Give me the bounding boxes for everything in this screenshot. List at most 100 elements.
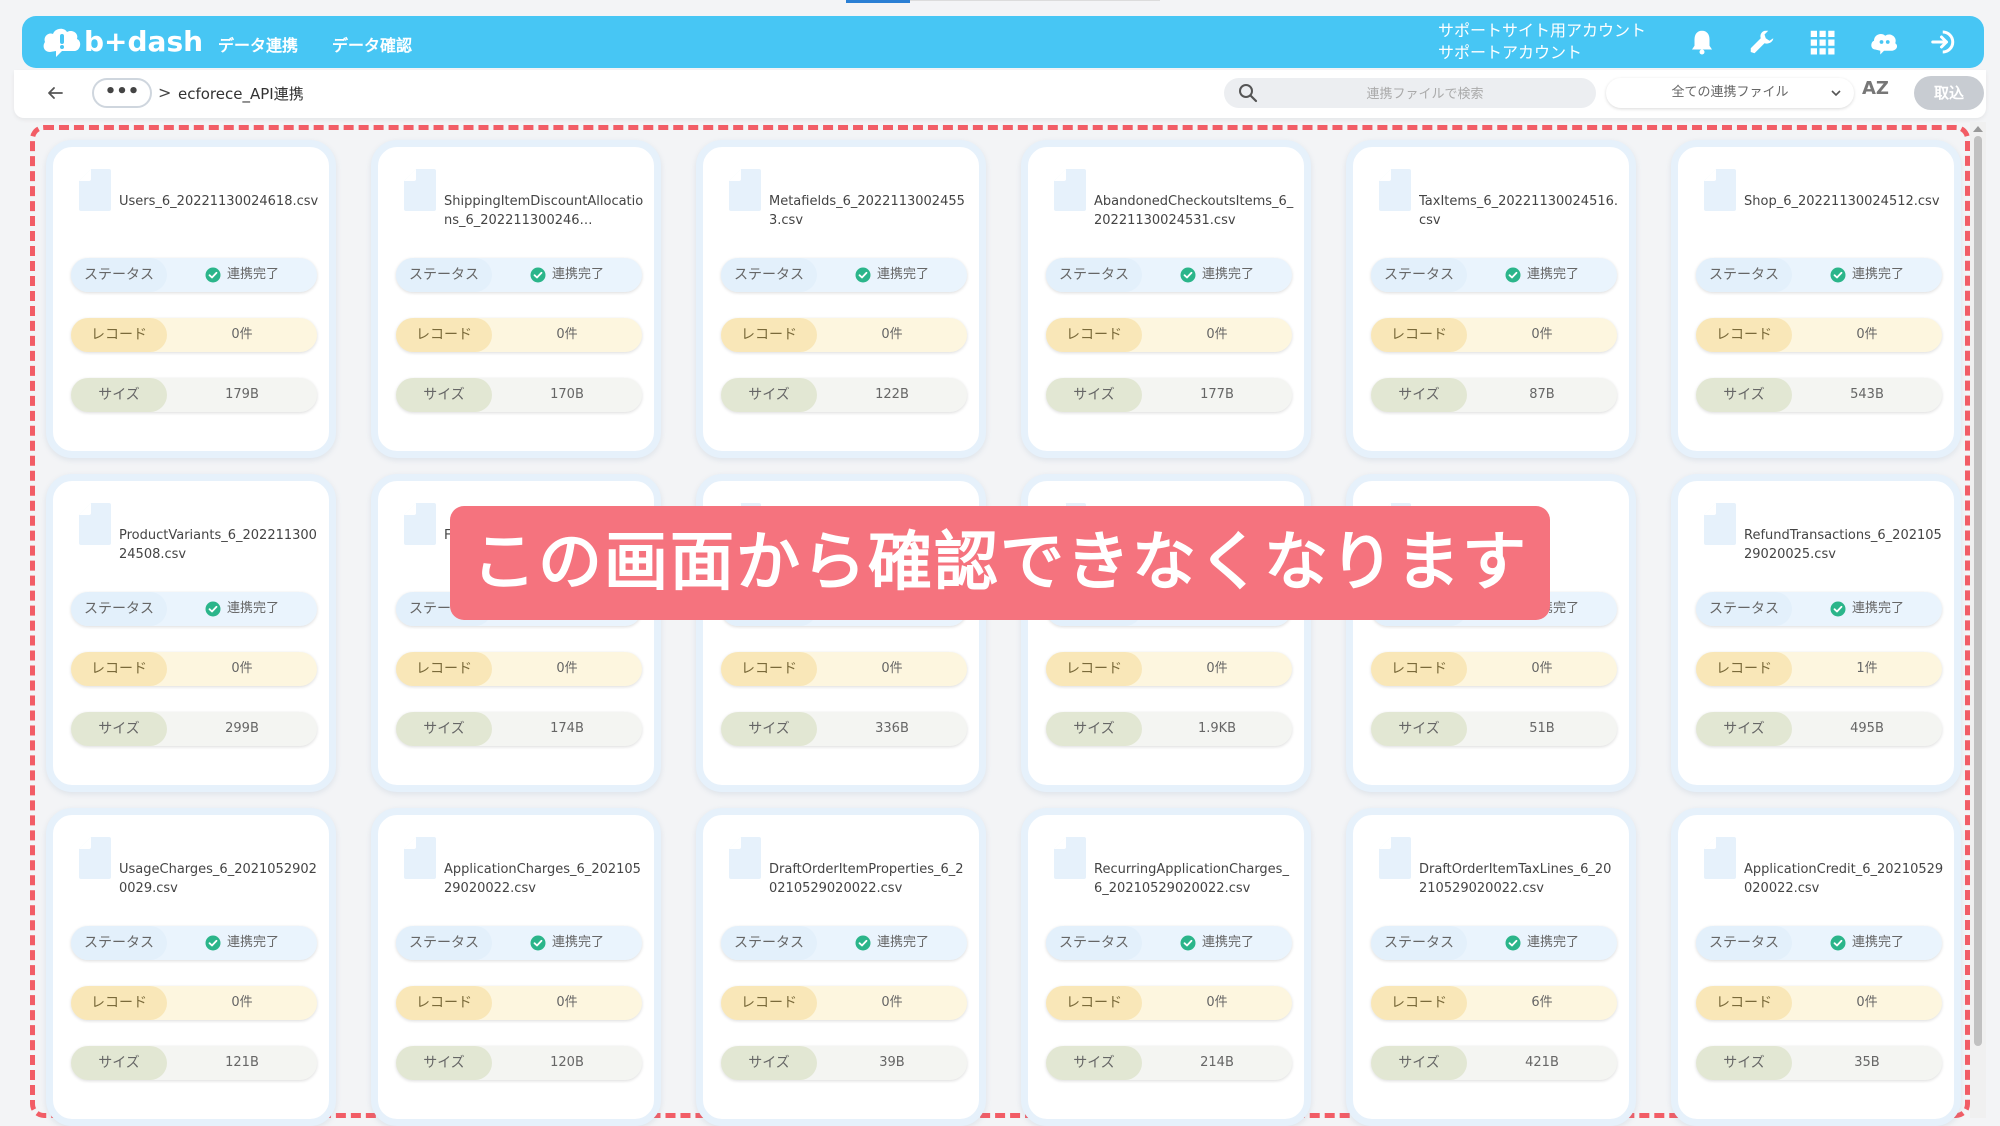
- status-label: ステータス: [396, 258, 492, 292]
- file-name: TaxItems_6_20221130024516.csv: [1419, 194, 1619, 228]
- record-value: 0件: [881, 661, 903, 676]
- record-label: レコード: [1696, 986, 1792, 1020]
- breadcrumb-separator: >: [158, 83, 172, 102]
- size-label: サイズ: [396, 712, 492, 746]
- search-input[interactable]: [1268, 78, 1582, 110]
- size-value: 170B: [550, 387, 584, 402]
- status-text: 連携完了: [551, 267, 604, 282]
- record-value: 0件: [881, 327, 903, 342]
- size-row: サイズ 421B: [1371, 1046, 1617, 1080]
- file-card[interactable]: RecurringApplicationCharges_6_2021052902…: [1021, 808, 1311, 1126]
- record-row: レコード 0件: [1696, 318, 1942, 352]
- record-value: 0件: [556, 995, 578, 1010]
- record-label: レコード: [1046, 652, 1142, 686]
- status-text: 連携完了: [226, 267, 279, 282]
- size-value: 177B: [1200, 387, 1234, 402]
- scroll-up-arrow[interactable]: [1973, 126, 1983, 132]
- status-row: ステータス 連携完了: [71, 926, 317, 960]
- size-row: サイズ 214B: [1046, 1046, 1292, 1080]
- record-label: レコード: [396, 652, 492, 686]
- file-card[interactable]: Metafields_6_20221130024553.csv ステータス 連携…: [696, 140, 986, 458]
- file-card[interactable]: RefundTransactions_6_20210529020025.csv …: [1671, 474, 1961, 792]
- file-icon: [404, 169, 436, 211]
- status-value: 連携完了: [1792, 258, 1942, 292]
- file-card[interactable]: ShippingItemDiscountAllocations_6_202211…: [371, 140, 661, 458]
- status-row: ステータス 連携完了: [721, 258, 967, 292]
- file-icon: [1704, 837, 1736, 879]
- file-name: DraftOrderItemProperties_6_2021052902002…: [769, 862, 964, 896]
- status-label: ステータス: [721, 926, 817, 960]
- file-name: AbandonedCheckoutsItems_6_20221130024531…: [1094, 194, 1294, 228]
- size-value: 35B: [1854, 1055, 1880, 1070]
- file-icon: [1379, 169, 1411, 211]
- status-row: ステータス 連携完了: [1696, 592, 1942, 626]
- account-info[interactable]: サポートサイト用アカウント サポートアカウント: [1438, 20, 1646, 64]
- file-icon: [729, 837, 761, 879]
- size-row: サイズ 120B: [396, 1046, 642, 1080]
- file-card[interactable]: ApplicationCredit_6_20210529020022.csv ス…: [1671, 808, 1961, 1126]
- status-row: ステータス 連携完了: [1371, 926, 1617, 960]
- file-card[interactable]: ProductVariants_6_20221130024508.csv ステー…: [46, 474, 336, 792]
- status-value: 連携完了: [817, 258, 967, 292]
- file-name: ApplicationCharges_6_20210529020022.csv: [444, 862, 641, 896]
- file-card[interactable]: ApplicationCharges_6_20210529020022.csv …: [371, 808, 661, 1126]
- sort-az-icon[interactable]: AZ: [1862, 78, 1889, 99]
- status-text: 連携完了: [1851, 267, 1904, 282]
- size-row: サイズ 543B: [1696, 378, 1942, 412]
- size-row: サイズ 1.9KB: [1046, 712, 1292, 746]
- size-label: サイズ: [1371, 1046, 1467, 1080]
- back-arrow-icon[interactable]: [44, 82, 66, 104]
- size-row: サイズ 87B: [1371, 378, 1617, 412]
- file-card[interactable]: Shop_6_20221130024512.csv ステータス 連携完了 レコー…: [1671, 140, 1961, 458]
- record-row: レコード 0件: [71, 652, 317, 686]
- record-value: 6件: [1531, 995, 1553, 1010]
- record-row: レコード 0件: [396, 986, 642, 1020]
- record-label: レコード: [396, 986, 492, 1020]
- status-row: ステータス 連携完了: [1696, 926, 1942, 960]
- more-breadcrumb-button[interactable]: •••: [92, 78, 152, 108]
- file-card[interactable]: UsageCharges_6_20210529020029.csv ステータス …: [46, 808, 336, 1126]
- nav-data-integration[interactable]: データ連携: [218, 32, 298, 56]
- size-value: 543B: [1850, 387, 1884, 402]
- size-label: サイズ: [721, 378, 817, 412]
- file-card[interactable]: TaxItems_6_20221130024516.csv ステータス 連携完了…: [1346, 140, 1636, 458]
- file-icon: [1379, 837, 1411, 879]
- status-row: ステータス 連携完了: [1046, 926, 1292, 960]
- size-label: サイズ: [396, 378, 492, 412]
- logout-icon[interactable]: [1928, 26, 1960, 58]
- import-button[interactable]: 取込: [1914, 76, 1984, 110]
- size-value: 39B: [879, 1055, 905, 1070]
- check-circle-icon: [1505, 267, 1521, 283]
- status-label: ステータス: [71, 258, 167, 292]
- file-card[interactable]: Users_6_20221130024618.csv ステータス 連携完了 レコ…: [46, 140, 336, 458]
- size-row: サイズ 39B: [721, 1046, 967, 1080]
- record-row: レコード 0件: [721, 318, 967, 352]
- status-text: 連携完了: [876, 267, 929, 282]
- file-card[interactable]: AbandonedCheckoutsItems_6_20221130024531…: [1021, 140, 1311, 458]
- wrench-icon[interactable]: [1746, 26, 1778, 58]
- status-value: 連携完了: [1792, 926, 1942, 960]
- file-name: Shop_6_20221130024512.csv: [1744, 194, 1940, 209]
- check-circle-icon: [205, 935, 221, 951]
- app-logo[interactable]: b+dash: [42, 24, 203, 58]
- nav-data-check[interactable]: データ確認: [332, 32, 412, 56]
- size-row: サイズ 122B: [721, 378, 967, 412]
- filter-select[interactable]: 全ての連携ファイル: [1606, 78, 1854, 108]
- status-label: ステータス: [71, 926, 167, 960]
- status-value: 連携完了: [1467, 926, 1617, 960]
- status-row: ステータス 連携完了: [396, 926, 642, 960]
- filter-select-value: 全ての連携ファイル: [1671, 85, 1789, 100]
- bell-icon[interactable]: [1686, 26, 1718, 58]
- bot-icon[interactable]: [1868, 26, 1900, 58]
- size-label: サイズ: [721, 712, 817, 746]
- status-text: 連携完了: [1526, 935, 1579, 950]
- status-value: 連携完了: [1142, 258, 1292, 292]
- file-card[interactable]: DraftOrderItemTaxLines_6_20210529020022.…: [1346, 808, 1636, 1126]
- check-circle-icon: [1180, 267, 1196, 283]
- record-value: 0件: [1856, 327, 1878, 342]
- size-value: 179B: [225, 387, 259, 402]
- check-circle-icon: [1830, 267, 1846, 283]
- size-label: サイズ: [71, 712, 167, 746]
- file-card[interactable]: DraftOrderItemProperties_6_2021052902002…: [696, 808, 986, 1126]
- grid-icon[interactable]: [1806, 26, 1838, 58]
